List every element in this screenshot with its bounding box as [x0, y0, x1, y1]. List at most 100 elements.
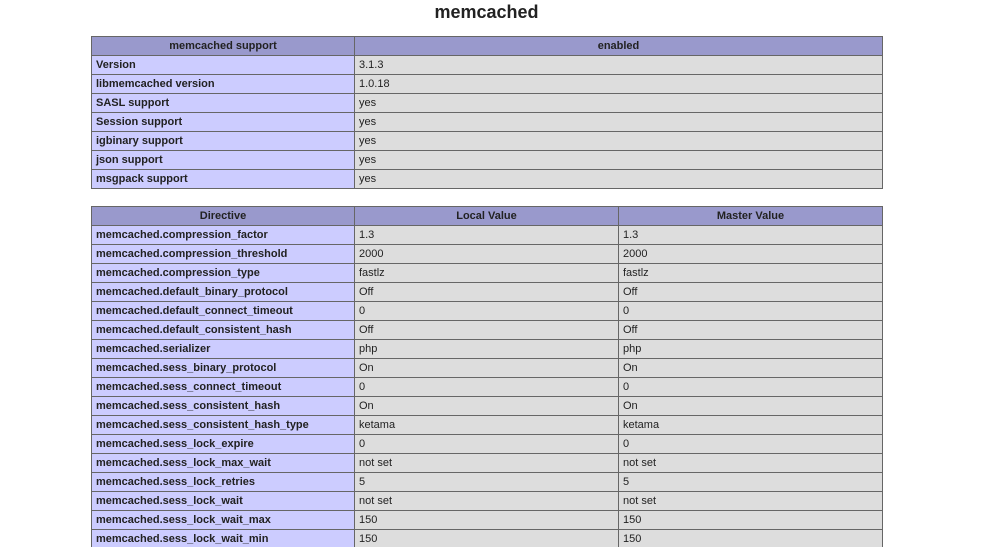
value-cell: not set [354, 453, 619, 473]
table-row: memcached.sess_lock_wait_max 150 150 [91, 510, 883, 530]
value-cell: 150 [618, 529, 883, 547]
table-row: memcached.sess_lock_wait_min 150 150 [91, 529, 883, 547]
value-cell: 2000 [354, 244, 619, 264]
value-cell: 5 [618, 472, 883, 492]
value-cell: not set [618, 453, 883, 473]
directive-name-cell: Version [91, 55, 355, 75]
table-row: memcached.compression_factor 1.3 1.3 [91, 225, 883, 245]
value-cell: fastlz [618, 263, 883, 283]
directive-name-cell: memcached.sess_lock_expire [91, 434, 355, 454]
memcached-directive-table: Directive Local Value Master Value memca… [91, 206, 883, 547]
value-cell: 2000 [618, 244, 883, 264]
directive-name-cell: memcached.sess_lock_wait_min [91, 529, 355, 547]
phpinfo-page: memcached memcached support enabled Vers… [0, 0, 1004, 547]
directive-name-cell: memcached.default_binary_protocol [91, 282, 355, 302]
value-cell: 150 [354, 529, 619, 547]
column-header: Directive [91, 206, 355, 226]
directive-name-cell: memcached.sess_lock_max_wait [91, 453, 355, 473]
value-cell: On [618, 358, 883, 378]
value-cell: Off [354, 320, 619, 340]
directive-name-cell: libmemcached version [91, 74, 355, 94]
value-cell: php [618, 339, 883, 359]
directive-name-cell: msgpack support [91, 169, 355, 189]
directive-name-cell: memcached.serializer [91, 339, 355, 359]
directive-name-cell: memcached.sess_lock_retries [91, 472, 355, 492]
table-row: Session support yes [91, 112, 883, 132]
table-row: memcached.serializer php php [91, 339, 883, 359]
directive-name-cell: memcached.sess_lock_wait [91, 491, 355, 511]
value-cell: yes [354, 93, 883, 113]
table-row: json support yes [91, 150, 883, 170]
column-header: Local Value [354, 206, 619, 226]
table-row: igbinary support yes [91, 131, 883, 151]
column-header: memcached support [91, 36, 355, 56]
directive-name-cell: SASL support [91, 93, 355, 113]
directive-name-cell: memcached.sess_consistent_hash_type [91, 415, 355, 435]
table-row: memcached.default_connect_timeout 0 0 [91, 301, 883, 321]
table-row: memcached.compression_threshold 2000 2000 [91, 244, 883, 264]
value-cell: yes [354, 169, 883, 189]
value-cell: not set [618, 491, 883, 511]
directive-name-cell: igbinary support [91, 131, 355, 151]
directive-name-cell: memcached.compression_threshold [91, 244, 355, 264]
value-cell: 1.3 [354, 225, 619, 245]
value-cell: 0 [354, 377, 619, 397]
directive-name-cell: memcached.sess_lock_wait_max [91, 510, 355, 530]
directive-name-cell: memcached.sess_connect_timeout [91, 377, 355, 397]
section-title: memcached [434, 2, 539, 22]
value-cell: 150 [354, 510, 619, 530]
value-cell: ketama [354, 415, 619, 435]
value-cell: 5 [354, 472, 619, 492]
value-cell: 0 [618, 301, 883, 321]
value-cell: ketama [618, 415, 883, 435]
value-cell: yes [354, 112, 883, 132]
table-row: msgpack support yes [91, 169, 883, 189]
value-cell: Off [354, 282, 619, 302]
table-row: SASL support yes [91, 93, 883, 113]
directive-name-cell: memcached.sess_binary_protocol [91, 358, 355, 378]
value-cell: 0 [354, 434, 619, 454]
column-header: Master Value [618, 206, 883, 226]
value-cell: 0 [618, 434, 883, 454]
memcached-support-table: memcached support enabled Version 3.1.3 li… [91, 36, 883, 189]
directive-name-cell: memcached.sess_consistent_hash [91, 396, 355, 416]
table-row: memcached.sess_binary_protocol On On [91, 358, 883, 378]
table-row: memcached.sess_lock_retries 5 5 [91, 472, 883, 492]
table-row: memcached.default_consistent_hash Off Off [91, 320, 883, 340]
value-cell: On [354, 396, 619, 416]
value-cell: fastlz [354, 263, 619, 283]
table-header-row: Directive Local Value Master Value [91, 206, 883, 226]
table-row: memcached.sess_lock_expire 0 0 [91, 434, 883, 454]
value-cell: 3.1.3 [354, 55, 883, 75]
value-cell: 1.0.18 [354, 74, 883, 94]
table-row: Version 3.1.3 [91, 55, 883, 75]
value-cell: not set [354, 491, 619, 511]
directive-name-cell: memcached.default_connect_timeout [91, 301, 355, 321]
directive-name-cell: json support [91, 150, 355, 170]
value-cell: Off [618, 282, 883, 302]
directive-name-cell: memcached.compression_type [91, 263, 355, 283]
table-row: libmemcached version 1.0.18 [91, 74, 883, 94]
value-cell: Off [618, 320, 883, 340]
value-cell: 150 [618, 510, 883, 530]
value-cell: 1.3 [618, 225, 883, 245]
directive-name-cell: memcached.default_consistent_hash [91, 320, 355, 340]
directive-name-cell: Session support [91, 112, 355, 132]
directive-name-cell: memcached.compression_factor [91, 225, 355, 245]
value-cell: yes [354, 150, 883, 170]
table-row: memcached.default_binary_protocol Off Off [91, 282, 883, 302]
table-row: memcached.sess_consistent_hash On On [91, 396, 883, 416]
value-cell: php [354, 339, 619, 359]
table-row: memcached.sess_consistent_hash_type ketam… [91, 415, 883, 435]
column-header: enabled [354, 36, 883, 56]
table-row: memcached.sess_lock_max_wait not set not s… [91, 453, 883, 473]
value-cell: yes [354, 131, 883, 151]
value-cell: On [354, 358, 619, 378]
table-header-row: memcached support enabled [91, 36, 883, 56]
table-row: memcached.sess_connect_timeout 0 0 [91, 377, 883, 397]
value-cell: 0 [354, 301, 619, 321]
value-cell: 0 [618, 377, 883, 397]
table-row: memcached.compression_type fastlz fastlz [91, 263, 883, 283]
table-row: memcached.sess_lock_wait not set not set [91, 491, 883, 511]
value-cell: On [618, 396, 883, 416]
